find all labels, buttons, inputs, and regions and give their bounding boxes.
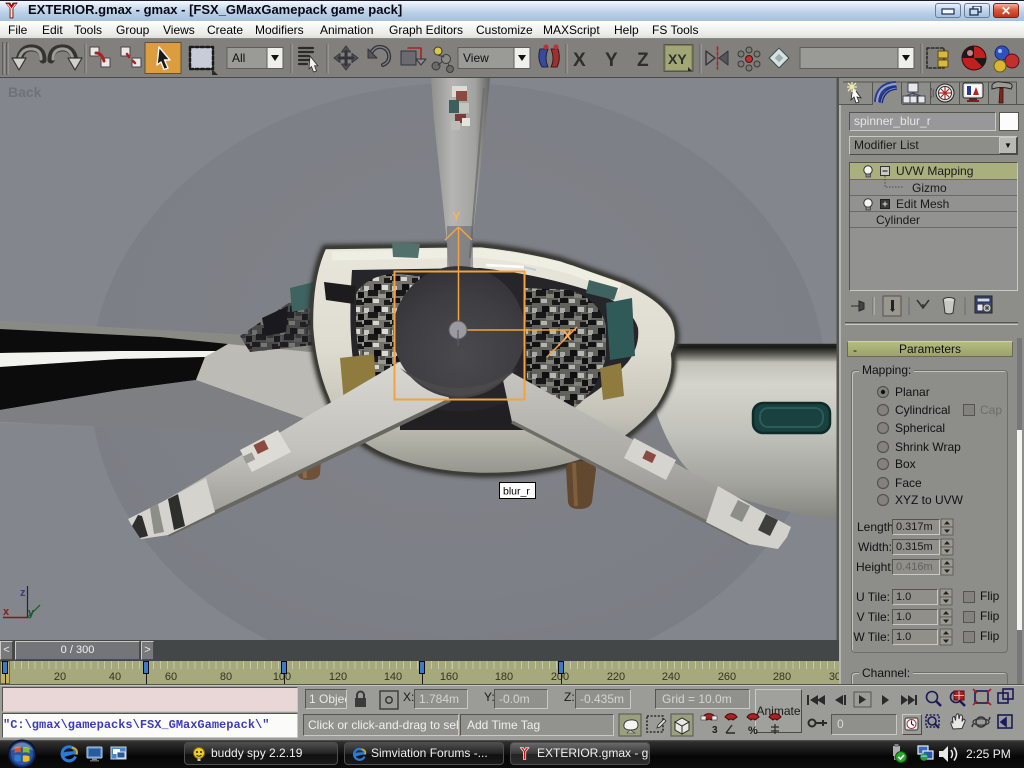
svg-text:X: X [573,50,586,71]
svg-text:3: 3 [712,725,718,736]
svg-text:X: X [563,328,572,343]
svg-text:View: View [463,51,489,65]
svg-text:x: x [3,606,10,618]
svg-text:Z: Z [637,50,649,71]
svg-text:%: % [748,725,758,737]
svg-text:Back: Back [8,84,42,100]
svg-text:z: z [20,587,26,599]
svg-text:blur_r: blur_r [503,486,530,498]
svg-text:XY: XY [668,51,687,67]
svg-text:Y: Y [452,209,461,224]
svg-text:Y: Y [605,50,618,71]
svg-text:All: All [232,51,245,65]
